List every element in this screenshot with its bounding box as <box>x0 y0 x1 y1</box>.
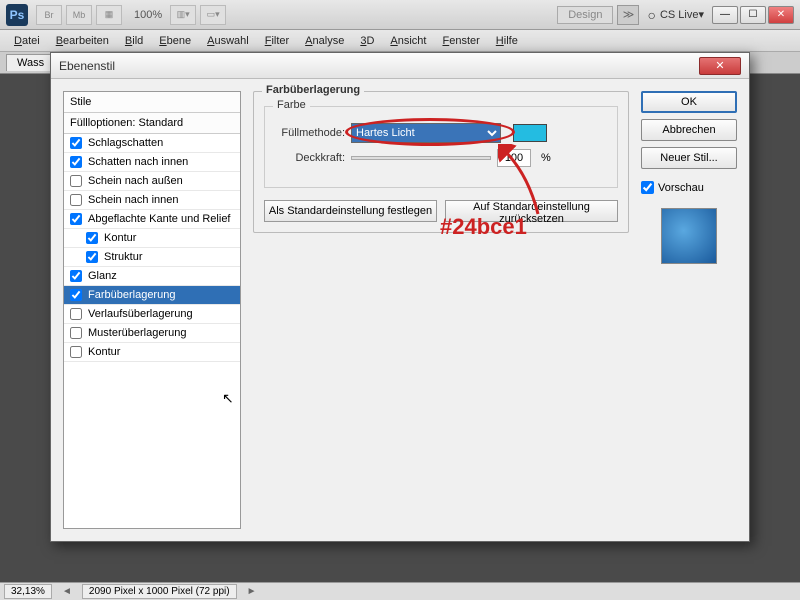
status-right-arrow[interactable]: ► <box>245 586 259 597</box>
inner-title: Farbe <box>273 99 310 111</box>
style-label-9: Verlaufsüberlagerung <box>88 308 193 320</box>
style-checkbox-9[interactable] <box>70 308 82 320</box>
style-row-2[interactable]: Schein nach außen <box>64 172 240 191</box>
styles-header[interactable]: Stile <box>64 92 240 113</box>
cslive-label[interactable]: CS Live ▾ <box>647 7 704 23</box>
zoom-label: 100% <box>134 9 162 21</box>
menu-hilfe[interactable]: Hilfe <box>488 33 526 49</box>
overlay-color-swatch[interactable] <box>513 124 547 142</box>
style-row-5[interactable]: Kontur <box>64 229 240 248</box>
style-row-8[interactable]: Farbüberlagerung <box>64 286 240 305</box>
opacity-value[interactable]: 100 <box>497 149 531 167</box>
dialog-title: Ebenenstil <box>59 59 699 73</box>
color-inner-group: Farbe Füllmethode: Hartes Licht Deckkraf… <box>264 106 618 188</box>
menu-ebene[interactable]: Ebene <box>151 33 199 49</box>
style-label-11: Kontur <box>88 346 120 358</box>
style-row-3[interactable]: Schein nach innen <box>64 191 240 210</box>
opacity-unit: % <box>541 152 551 164</box>
status-bar: 32,13% ◄ 2090 Pixel x 1000 Pixel (72 ppi… <box>0 582 800 600</box>
style-row-11[interactable]: Kontur <box>64 343 240 362</box>
style-row-6[interactable]: Struktur <box>64 248 240 267</box>
group-title: Farbüberlagerung <box>262 84 364 96</box>
maximize-button[interactable]: ☐ <box>740 6 766 24</box>
style-checkbox-10[interactable] <box>70 327 82 339</box>
ok-button[interactable]: OK <box>641 91 737 113</box>
menu-ansicht[interactable]: Ansicht <box>382 33 434 49</box>
style-label-2: Schein nach außen <box>88 175 183 187</box>
blend-mode-label: Füllmethode: <box>275 127 345 139</box>
set-default-button[interactable]: Als Standardeinstellung festlegen <box>264 200 437 222</box>
menu-analyse[interactable]: Analyse <box>297 33 352 49</box>
menu-filter[interactable]: Filter <box>257 33 297 49</box>
opacity-slider[interactable] <box>351 156 491 160</box>
dialog-close-button[interactable]: ✕ <box>699 57 741 75</box>
style-label-3: Schein nach innen <box>88 194 179 206</box>
preview-label: Vorschau <box>658 182 704 194</box>
annotation-text: #24bce1 <box>440 214 527 240</box>
style-row-1[interactable]: Schatten nach innen <box>64 153 240 172</box>
fill-options-row[interactable]: Füllloptionen: Standard <box>64 113 240 134</box>
style-checkbox-6[interactable] <box>86 251 98 263</box>
preview-thumbnail <box>661 208 717 264</box>
style-label-8: Farbüberlagerung <box>88 289 175 301</box>
style-checkbox-11[interactable] <box>70 346 82 358</box>
menu-bearbeiten[interactable]: Bearbeiten <box>48 33 117 49</box>
style-checkbox-4[interactable] <box>70 213 82 225</box>
tool-btn-4[interactable]: ▥▾ <box>170 5 196 25</box>
design-arrow[interactable]: ≫ <box>617 5 639 25</box>
menu-bild[interactable]: Bild <box>117 33 151 49</box>
opacity-label: Deckkraft: <box>275 152 345 164</box>
menu-bar: Datei Bearbeiten Bild Ebene Auswahl Filt… <box>0 30 800 52</box>
style-label-7: Glanz <box>88 270 117 282</box>
tool-btn-grid[interactable]: ▦ <box>96 5 122 25</box>
status-left-arrow[interactable]: ◄ <box>60 586 74 597</box>
center-panel: Farbüberlagerung Farbe Füllmethode: Hart… <box>253 91 629 529</box>
style-row-10[interactable]: Musterüberlagerung <box>64 324 240 343</box>
style-label-0: Schlagschatten <box>88 137 163 149</box>
status-dims: 2090 Pixel x 1000 Pixel (72 ppi) <box>82 584 237 599</box>
cancel-button[interactable]: Abbrechen <box>641 119 737 141</box>
menu-datei[interactable]: Datei <box>6 33 48 49</box>
dialog-titlebar[interactable]: Ebenenstil ✕ <box>51 53 749 79</box>
style-checkbox-1[interactable] <box>70 156 82 168</box>
style-label-1: Schatten nach innen <box>88 156 188 168</box>
ps-logo: Ps <box>6 4 28 26</box>
styles-panel: Stile Füllloptionen: Standard Schlagscha… <box>63 91 241 529</box>
style-checkbox-8[interactable] <box>70 289 82 301</box>
style-row-7[interactable]: Glanz <box>64 267 240 286</box>
menu-3d[interactable]: 3D <box>352 33 382 49</box>
blend-mode-select[interactable]: Hartes Licht <box>351 123 501 143</box>
new-style-button[interactable]: Neuer Stil... <box>641 147 737 169</box>
color-overlay-group: Farbüberlagerung Farbe Füllmethode: Hart… <box>253 91 629 233</box>
blend-mode-combo-wrap: Hartes Licht <box>351 123 501 143</box>
preview-checkbox-row[interactable]: Vorschau <box>641 181 737 194</box>
menu-auswahl[interactable]: Auswahl <box>199 33 257 49</box>
style-row-0[interactable]: Schlagschatten <box>64 134 240 153</box>
style-checkbox-2[interactable] <box>70 175 82 187</box>
style-label-4: Abgeflachte Kante und Relief <box>88 213 231 225</box>
close-button[interactable]: ✕ <box>768 6 794 24</box>
style-checkbox-5[interactable] <box>86 232 98 244</box>
tool-btn-br[interactable]: Br <box>36 5 62 25</box>
style-row-4[interactable]: Abgeflachte Kante und Relief <box>64 210 240 229</box>
dialog-right-panel: OK Abbrechen Neuer Stil... Vorschau <box>641 91 737 529</box>
document-tab[interactable]: Wass <box>6 54 55 71</box>
style-row-9[interactable]: Verlaufsüberlagerung <box>64 305 240 324</box>
tool-btn-mb[interactable]: Mb <box>66 5 92 25</box>
style-checkbox-3[interactable] <box>70 194 82 206</box>
style-checkbox-7[interactable] <box>70 270 82 282</box>
minimize-button[interactable]: — <box>712 6 738 24</box>
menu-fenster[interactable]: Fenster <box>434 33 487 49</box>
style-label-10: Musterüberlagerung <box>88 327 186 339</box>
app-bar: Ps Br Mb ▦ 100% ▥▾ ▭▾ Design ≫ CS Live ▾… <box>0 0 800 30</box>
style-checkbox-0[interactable] <box>70 137 82 149</box>
tool-btn-5[interactable]: ▭▾ <box>200 5 226 25</box>
style-label-5: Kontur <box>104 232 136 244</box>
layer-style-dialog: Ebenenstil ✕ Stile Füllloptionen: Standa… <box>50 52 750 542</box>
design-button[interactable]: Design <box>557 6 613 24</box>
status-zoom[interactable]: 32,13% <box>4 584 52 599</box>
preview-checkbox[interactable] <box>641 181 654 194</box>
style-label-6: Struktur <box>104 251 143 263</box>
